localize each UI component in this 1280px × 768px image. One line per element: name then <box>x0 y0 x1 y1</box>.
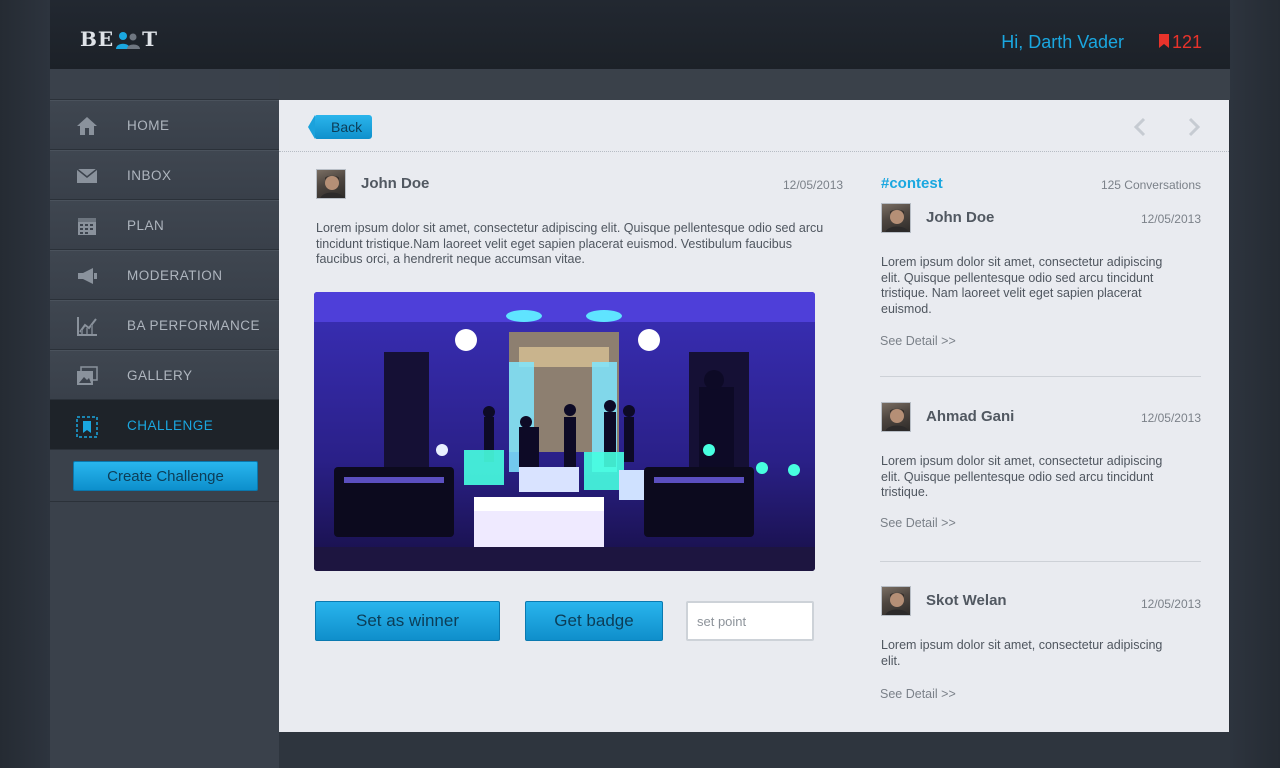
see-detail-link[interactable]: See Detail >> <box>880 334 956 348</box>
conversation-date: 12/05/2013 <box>1140 212 1201 226</box>
background-left <box>0 0 50 768</box>
header-divider <box>279 151 1229 152</box>
create-challenge-button[interactable]: Create Challenge <box>73 461 258 491</box>
conversation-author[interactable]: Ahmad Gani <box>926 408 1014 425</box>
conversation-divider <box>880 561 1201 562</box>
megaphone-icon <box>76 266 98 286</box>
see-detail-link[interactable]: See Detail >> <box>880 516 956 530</box>
conversation-author[interactable]: Skot Welan <box>926 592 1007 609</box>
avatar[interactable] <box>881 402 911 432</box>
sidebar-item-label: INBOX <box>127 168 172 183</box>
back-button[interactable]: Back <box>308 115 372 139</box>
notification-badge[interactable]: 121 <box>1158 32 1202 53</box>
sidebar-item-label: PLAN <box>127 218 165 233</box>
content-bottom-strip <box>279 732 1230 768</box>
conversation-divider <box>880 376 1201 377</box>
logo-people-icon <box>115 29 141 49</box>
conversation-count: 125 Conversations <box>1100 178 1201 192</box>
conversation-date: 12/05/2013 <box>1140 411 1201 425</box>
bookmark-icon <box>76 416 98 438</box>
post-author[interactable]: John Doe <box>361 175 429 192</box>
set-point-input[interactable] <box>686 601 814 641</box>
avatar[interactable] <box>881 586 911 616</box>
chevron-right-icon[interactable] <box>1183 117 1203 137</box>
conversation-date: 12/05/2013 <box>1140 597 1201 611</box>
calendar-icon <box>76 216 98 236</box>
content-top-strip <box>279 70 1230 100</box>
sidebar-top-spacer <box>50 70 279 100</box>
chevron-left-icon[interactable] <box>1131 117 1151 137</box>
flag-icon <box>1158 32 1169 53</box>
sidebar: HOME INBOX PLAN MODERATION BA PERFORMANC… <box>50 70 291 768</box>
main-panel: Back John Doe 12/05/2013 Lorem ipsum dol… <box>279 100 1229 732</box>
sidebar-item-inbox[interactable]: INBOX <box>50 150 279 200</box>
app-logo[interactable]: BE T <box>80 27 158 51</box>
get-badge-button[interactable]: Get badge <box>525 601 663 641</box>
mail-icon <box>76 166 98 186</box>
sidebar-item-label: CHALLENGE <box>127 418 214 433</box>
avatar[interactable] <box>316 169 346 199</box>
see-detail-link[interactable]: See Detail >> <box>880 687 956 701</box>
conversation-text: Lorem ipsum dolor sit amet, consectetur … <box>881 255 1163 316</box>
sidebar-item-home[interactable]: HOME <box>50 100 279 150</box>
sidebar-item-moderation[interactable]: MODERATION <box>50 250 279 300</box>
top-header: BE T Hi, Darth Vader 121 <box>50 0 1230 70</box>
gallery-icon <box>76 366 98 386</box>
conversation-text: Lorem ipsum dolor sit amet, consectetur … <box>881 454 1163 499</box>
sidebar-item-challenge[interactable]: CHALLENGE <box>50 400 291 451</box>
sidebar-item-ba-performance[interactable]: BA PERFORMANCE <box>50 300 279 350</box>
chart-icon <box>76 316 98 336</box>
post-date: 12/05/2013 <box>783 178 844 192</box>
sidebar-item-plan[interactable]: PLAN <box>50 200 279 250</box>
set-winner-button[interactable]: Set as winner <box>315 601 500 641</box>
user-greeting[interactable]: Hi, Darth Vader <box>1001 32 1124 53</box>
conversation-author[interactable]: John Doe <box>926 209 994 226</box>
logo-text-left: BE <box>80 27 115 51</box>
create-challenge-row: Create Challenge <box>50 450 279 502</box>
post-photo[interactable] <box>314 292 815 571</box>
notification-count: 121 <box>1171 32 1202 52</box>
sidebar-item-label: BA PERFORMANCE <box>127 318 261 333</box>
hashtag-title[interactable]: #contest <box>881 175 943 192</box>
sidebar-item-label: HOME <box>127 118 170 133</box>
conversation-text: Lorem ipsum dolor sit amet, consectetur … <box>881 638 1163 668</box>
logo-text-right: T <box>142 27 159 51</box>
post-body: Lorem ipsum dolor sit amet, consectetur … <box>316 221 824 266</box>
sidebar-item-label: GALLERY <box>127 368 193 383</box>
home-icon <box>76 116 98 136</box>
sidebar-item-gallery[interactable]: GALLERY <box>50 350 279 400</box>
sidebar-item-label: MODERATION <box>127 268 223 283</box>
avatar[interactable] <box>881 203 911 233</box>
background-right <box>1230 0 1280 768</box>
